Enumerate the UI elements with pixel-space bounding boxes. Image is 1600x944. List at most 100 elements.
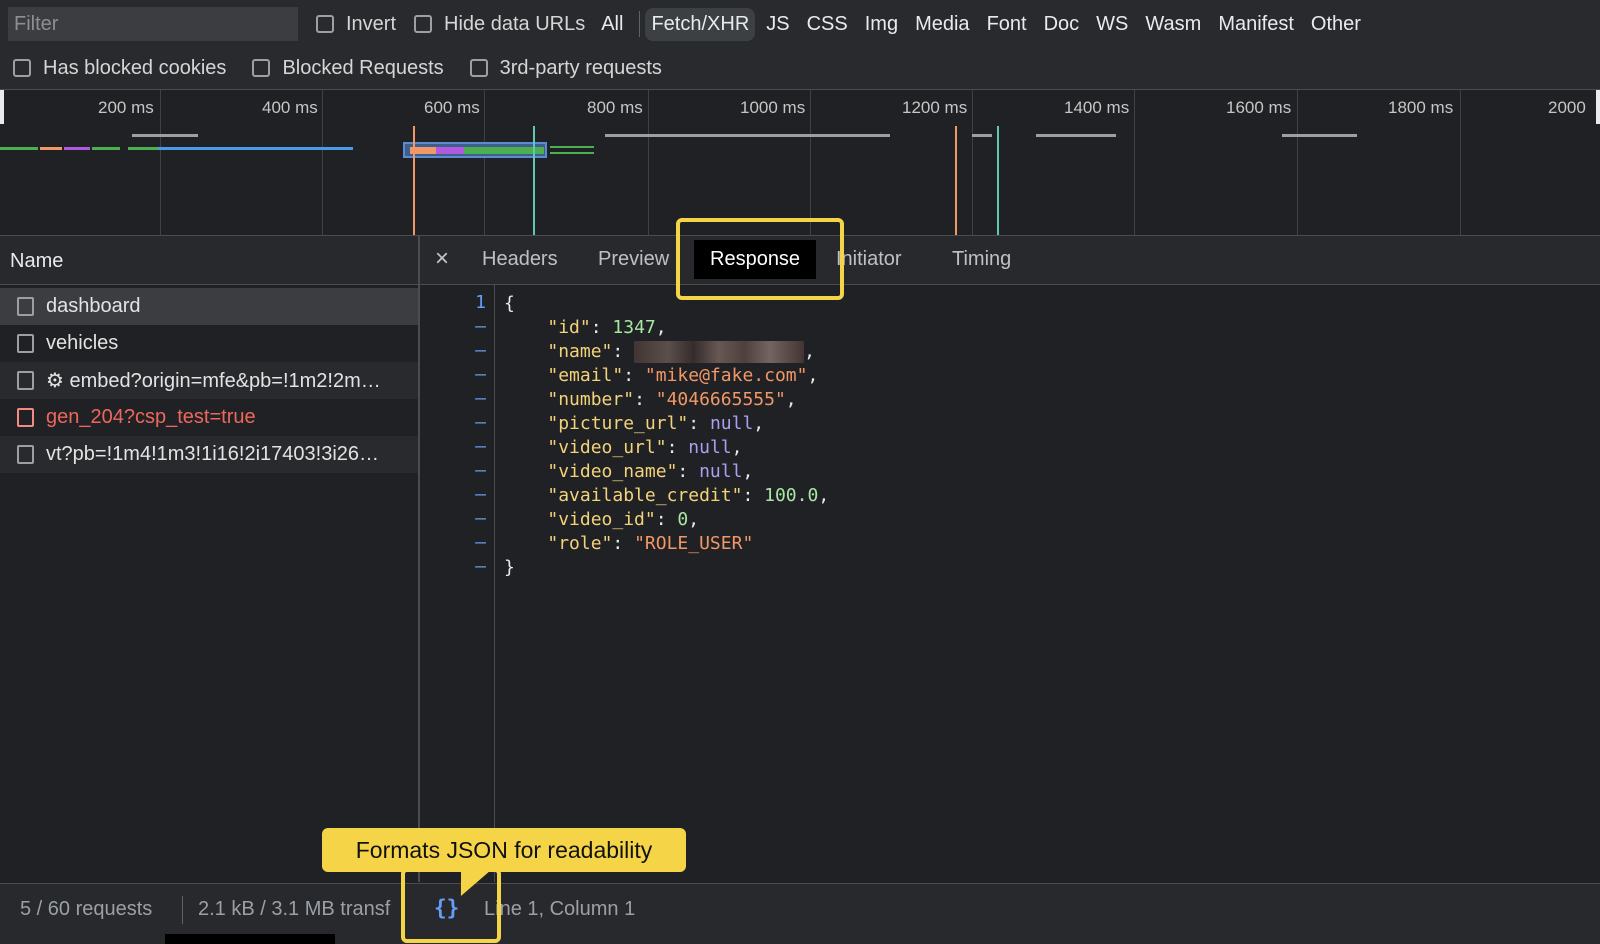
request-name: ⚙ embed?origin=mfe&pb=!1m2!2m… xyxy=(46,370,381,392)
request-row-embed[interactable]: ⚙ embed?origin=mfe&pb=!1m2!2m… xyxy=(0,362,418,399)
type-filter-manifest[interactable]: Manifest xyxy=(1212,8,1300,41)
close-brace: } xyxy=(504,557,515,578)
request-list-pane: Name dashboard vehicles ⚙ embed?origin=m… xyxy=(0,236,420,882)
load-event-marker xyxy=(997,126,999,235)
network-timeline-overview[interactable]: 200 ms 400 ms 600 ms 800 ms 1000 ms 1200… xyxy=(0,90,1600,236)
checkbox-box[interactable] xyxy=(316,15,334,33)
waterfall-bar xyxy=(132,134,198,137)
callout-tooltip: Formats JSON for readability xyxy=(322,828,686,872)
blocked-requests-label: Blocked Requests xyxy=(282,56,444,79)
json-value: 100.0 xyxy=(764,485,819,506)
redacted-value xyxy=(634,341,805,363)
waterfall-bar xyxy=(92,147,120,150)
request-row-vt[interactable]: vt?pb=!1m4!1m3!1i16!2i17403!3i26… xyxy=(0,436,418,473)
tick-label: 1200 ms xyxy=(902,98,968,117)
third-party-requests-checkbox[interactable]: 3rd-party requests xyxy=(469,56,662,80)
fold-marker: – xyxy=(475,484,486,505)
tick-label: 1000 ms xyxy=(740,98,806,117)
type-filter-font[interactable]: Font xyxy=(981,8,1033,41)
request-row-vehicles[interactable]: vehicles xyxy=(0,325,418,362)
type-filter-css[interactable]: CSS xyxy=(801,8,854,41)
tab-timing[interactable]: Timing xyxy=(952,248,1011,271)
code-line-video-url: "video_url": null, xyxy=(547,437,743,458)
hide-data-urls-label: Hide data URLs xyxy=(444,12,586,35)
request-row-dashboard[interactable]: dashboard xyxy=(0,288,418,325)
json-value: "ROLE_USER" xyxy=(634,533,754,554)
timeline-right-handle[interactable] xyxy=(1596,90,1600,124)
json-key: "available_credit" xyxy=(547,485,743,506)
fold-marker: – xyxy=(475,340,486,361)
type-filter-media[interactable]: Media xyxy=(909,8,975,41)
filter-row: Invert Hide data URLs All Fetch/XHR JS C… xyxy=(8,6,1372,42)
fold-marker: – xyxy=(475,412,486,433)
tick-label: 1400 ms xyxy=(1064,98,1130,117)
filter-input[interactable] xyxy=(8,7,298,41)
checkbox-box[interactable] xyxy=(252,59,271,77)
waterfall-bar xyxy=(972,134,992,137)
json-value: "4046665555" xyxy=(655,389,786,410)
code-line-role: "role": "ROLE_USER" xyxy=(547,533,754,554)
type-filter-other[interactable]: Other xyxy=(1305,8,1367,41)
checkbox-box[interactable] xyxy=(13,59,31,77)
blocked-requests-checkbox[interactable]: Blocked Requests xyxy=(252,56,444,80)
fold-marker: – xyxy=(475,532,486,553)
tab-initiator[interactable]: Initiator xyxy=(836,248,902,271)
waterfall-bar xyxy=(550,152,594,154)
json-value: "mike@fake.com" xyxy=(644,365,808,386)
response-tab-highlight xyxy=(676,218,844,300)
tab-headers[interactable]: Headers xyxy=(482,248,558,271)
transfer-size: 2.1 kB / 3.1 MB transf xyxy=(198,898,391,920)
request-error-icon xyxy=(17,408,34,427)
name-column-header[interactable]: Name xyxy=(0,236,418,285)
third-party-requests-label: 3rd-party requests xyxy=(499,56,662,79)
close-icon[interactable]: × xyxy=(435,245,449,273)
invert-checkbox[interactable]: Invert xyxy=(316,13,396,36)
request-row-gen-204[interactable]: gen_204?csp_test=true xyxy=(0,399,418,436)
code-line-id: "id": 1347, xyxy=(547,317,667,338)
json-key: "id" xyxy=(547,317,591,338)
hide-data-urls-checkbox[interactable]: Hide data URLs xyxy=(414,13,585,36)
fold-marker: – xyxy=(475,556,486,577)
type-filter-js[interactable]: JS xyxy=(760,8,795,41)
request-name: vt?pb=!1m4!1m3!1i16!2i17403!3i26… xyxy=(46,443,380,465)
json-key: "email" xyxy=(547,365,624,386)
type-filter-ws[interactable]: WS xyxy=(1090,8,1134,41)
checkbox-box[interactable] xyxy=(469,59,488,77)
line-number-gutter: 1 – – – – – – – – – – – xyxy=(420,284,495,882)
type-filter-all[interactable]: All xyxy=(595,8,629,41)
json-value: null xyxy=(699,461,743,482)
waterfall-bar xyxy=(128,147,158,150)
divider xyxy=(639,11,641,37)
type-filter-fetch-xhr[interactable]: Fetch/XHR xyxy=(645,7,756,41)
tab-preview[interactable]: Preview xyxy=(598,248,669,271)
code-line-number: "number": "4046665555", xyxy=(547,389,797,410)
request-details-pane: × Headers Preview Response Initiator Tim… xyxy=(420,236,1600,882)
waterfall-bar xyxy=(605,134,890,137)
json-key: "video_url" xyxy=(547,437,667,458)
timeline-left-handle[interactable] xyxy=(0,90,4,124)
fold-marker: – xyxy=(475,436,486,457)
name-column-label: Name xyxy=(10,250,64,272)
code-line-available-credit: "available_credit": 100.0, xyxy=(547,485,830,506)
fold-marker: – xyxy=(475,460,486,481)
request-icon xyxy=(17,334,34,353)
tick-label: 2000 xyxy=(1548,98,1586,117)
dom-content-loaded-marker xyxy=(413,126,415,235)
waterfall-bar xyxy=(0,147,38,150)
code-line-video-id: "video_id": 0, xyxy=(547,509,700,530)
response-json-viewer[interactable]: { "id": 1347, "name": , "email": "mike@f… xyxy=(504,284,829,580)
open-brace: { xyxy=(504,293,515,314)
checkbox-box[interactable] xyxy=(414,15,433,33)
type-filter-img[interactable]: Img xyxy=(859,8,904,41)
type-filter-doc[interactable]: Doc xyxy=(1038,8,1086,41)
has-blocked-cookies-checkbox[interactable]: Has blocked cookies xyxy=(13,57,226,80)
type-filter-wasm[interactable]: Wasm xyxy=(1139,8,1207,41)
code-line: } xyxy=(504,556,515,580)
waterfall-bar xyxy=(464,147,544,154)
json-key: "video_id" xyxy=(547,509,656,530)
grid-line xyxy=(648,90,649,235)
dom-content-loaded-marker xyxy=(955,126,957,235)
grid-line xyxy=(322,90,323,235)
tick-label: 1800 ms xyxy=(1388,98,1454,117)
json-value: 0 xyxy=(677,509,689,530)
